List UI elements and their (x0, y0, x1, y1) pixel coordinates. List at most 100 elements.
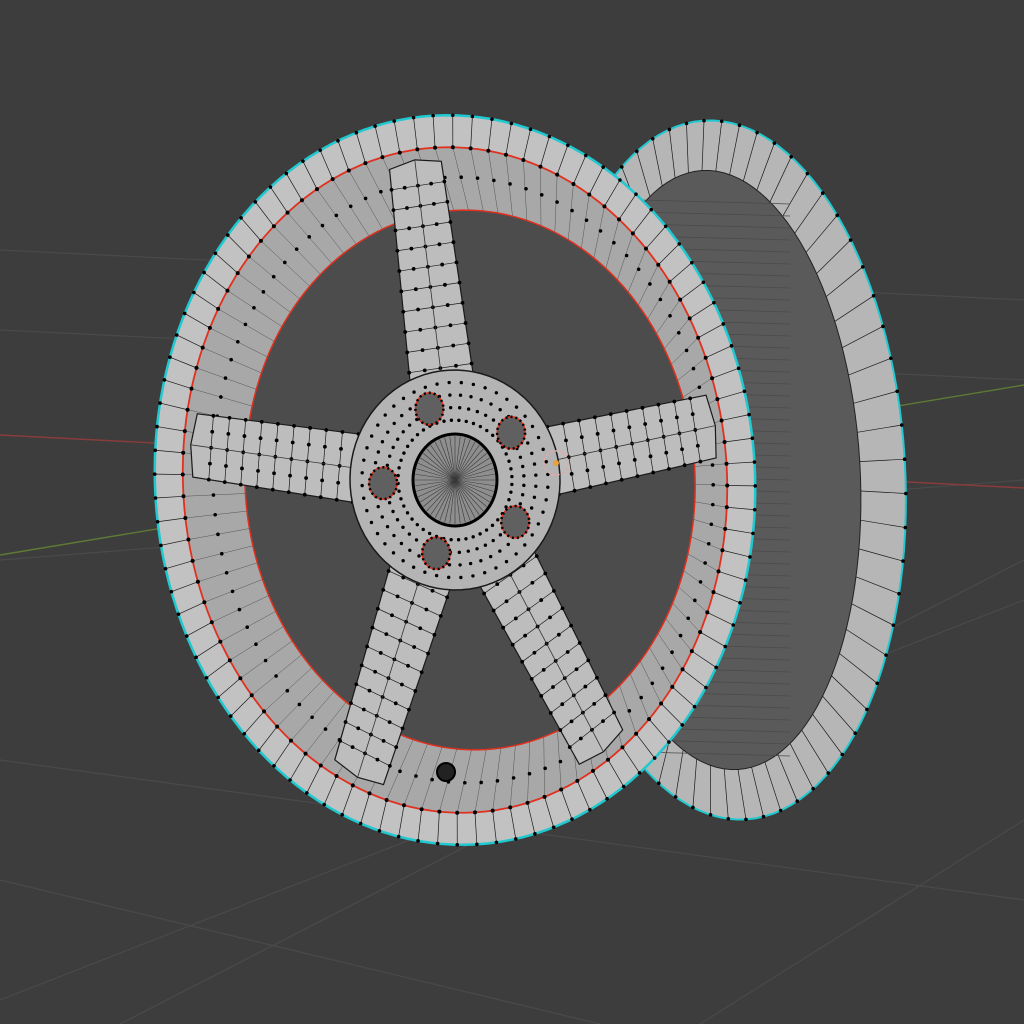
vertex (392, 421, 396, 426)
vertex (348, 204, 353, 209)
vertex (457, 418, 461, 423)
vertex (334, 213, 339, 218)
vertex (411, 115, 416, 120)
vertex (455, 842, 460, 847)
vertex (592, 701, 597, 706)
vertex (696, 335, 701, 340)
vertex (447, 380, 451, 385)
vertex (522, 474, 526, 478)
vertex (168, 355, 172, 359)
vertex (445, 595, 450, 600)
vertex (711, 483, 716, 487)
vertex (672, 399, 677, 404)
vertex (569, 472, 574, 476)
vertex (691, 366, 696, 371)
vertex (469, 395, 473, 399)
vertex (375, 531, 380, 536)
vertex (583, 684, 588, 689)
vertex (459, 380, 464, 385)
vertex (534, 484, 538, 488)
vertex (216, 532, 220, 537)
vertex (399, 541, 404, 546)
vertex (184, 634, 189, 638)
vertex (533, 832, 537, 836)
vertex (252, 305, 256, 310)
vertex (726, 816, 731, 821)
vertex (744, 817, 748, 822)
vertex (619, 165, 624, 169)
vertex (360, 471, 364, 475)
vertex (647, 717, 652, 722)
vertex (688, 396, 693, 401)
vertex (211, 493, 216, 497)
vertex (447, 563, 452, 567)
vertex (521, 157, 526, 162)
vertex (162, 378, 167, 382)
vertex (430, 777, 434, 782)
vertex (618, 178, 622, 182)
vertex (338, 739, 343, 743)
vertex (209, 620, 214, 625)
vertex (657, 781, 661, 786)
vertex (391, 208, 396, 213)
vertex (240, 466, 244, 471)
vertex (413, 287, 418, 292)
vertex (884, 653, 888, 657)
vertex (485, 428, 489, 433)
vertex (454, 260, 459, 265)
vertex (242, 731, 247, 736)
vertex (399, 497, 403, 501)
vertex (460, 300, 465, 305)
vertex (448, 393, 452, 397)
vertex (761, 814, 766, 819)
vertex (612, 710, 616, 715)
vertex (511, 776, 516, 780)
vertex (520, 659, 525, 664)
vertex (495, 582, 500, 587)
vertex (470, 114, 475, 119)
vertex (541, 667, 546, 672)
vertex (656, 402, 661, 407)
vertex (619, 477, 624, 482)
vertex (430, 588, 435, 593)
vertex (391, 445, 395, 450)
vertex (410, 517, 414, 521)
vertex (495, 779, 500, 783)
vertex (306, 442, 311, 447)
vertex (455, 810, 460, 815)
vertex (577, 418, 581, 423)
vertex (722, 439, 727, 444)
vertex (226, 432, 231, 436)
3d-viewport[interactable] (0, 0, 1024, 1024)
vertex (274, 438, 279, 443)
vertex (194, 655, 198, 660)
vertex (380, 155, 385, 160)
vertex (334, 497, 339, 502)
vertex (438, 614, 443, 618)
vertex (601, 165, 605, 169)
vertex (405, 206, 409, 210)
vertex (702, 118, 706, 123)
vertex (228, 714, 233, 718)
vertex (216, 306, 221, 311)
vertex (530, 533, 534, 537)
viewport-canvas[interactable] (0, 0, 1024, 1024)
vertex (229, 357, 233, 362)
vertex (494, 566, 498, 570)
vertex (479, 559, 483, 563)
vertex (620, 745, 625, 750)
vertex (466, 407, 471, 411)
vertex (418, 626, 423, 631)
vertex (275, 724, 280, 729)
vertex (322, 802, 327, 807)
vertex (381, 587, 386, 592)
vertex (703, 355, 708, 360)
vertex (363, 196, 368, 201)
vertex (207, 325, 212, 330)
vertex (155, 519, 160, 524)
vertex (536, 435, 541, 440)
vertex (530, 451, 534, 456)
vertex (772, 141, 777, 145)
vertex (513, 837, 518, 841)
vertex (390, 613, 394, 618)
